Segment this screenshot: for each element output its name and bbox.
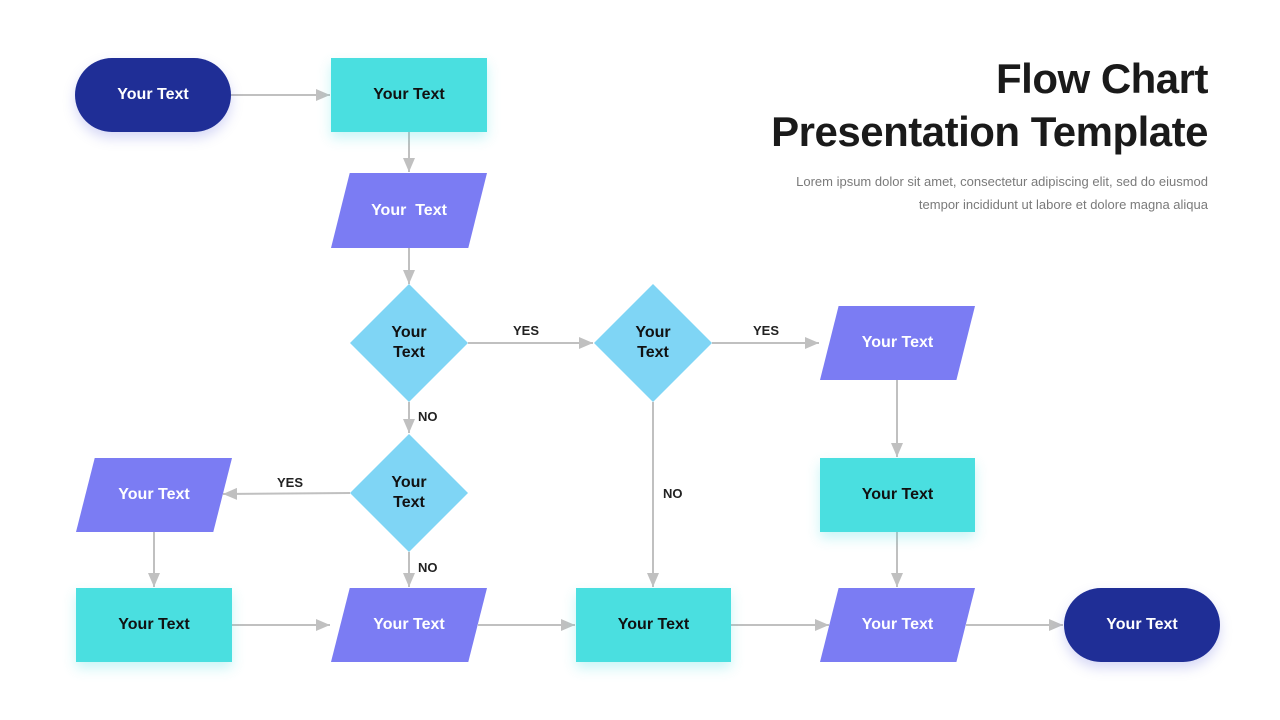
edge-decision3-yes (222, 487, 351, 500)
io-bottom-mid[interactable]: Your Text (331, 588, 487, 662)
io-1[interactable]: Your Text (331, 173, 487, 248)
page-subtitle: Lorem ipsum dolor sit amet, consectetur … (796, 170, 1208, 216)
node-label: Your Text (861, 486, 934, 503)
node-label-line2: Text (393, 494, 425, 511)
title-line-2: Presentation Template (771, 108, 1208, 155)
node-label: Your Text (861, 334, 934, 351)
node-label: Your Text (373, 86, 445, 103)
edge-label-d3-yes: YES (277, 475, 304, 490)
node-label: Your Text (1106, 616, 1178, 633)
io-right-top[interactable]: Your Text (820, 306, 975, 380)
process-1[interactable]: Your Text (331, 58, 487, 132)
decision-1[interactable]: Your Text (350, 284, 468, 402)
node-label: Your Text (117, 86, 189, 103)
node-label: Your Text (371, 201, 447, 219)
node-label: Your Text (118, 486, 190, 503)
edge-label-d2-no: NO (663, 486, 683, 501)
node-label-line1: Your (635, 324, 671, 341)
process-bottom-center[interactable]: Your Text (576, 588, 731, 662)
process-bottom-left[interactable]: Your Text (76, 588, 232, 662)
node-label: Your Text (373, 616, 445, 633)
node-label: Your Text (118, 616, 190, 633)
edge-label-d1-yes: YES (513, 323, 540, 338)
node-label-line1: Your (391, 474, 427, 491)
node-label-line2: Text (393, 344, 425, 361)
node-label-line2: Text (637, 344, 669, 361)
title-line-1: Flow Chart (996, 55, 1208, 102)
subtitle-line-2: tempor incididunt ut labore et dolore ma… (918, 197, 1208, 212)
edge-label-d3-no: NO (418, 560, 438, 575)
end-terminal[interactable]: Your Text (1064, 588, 1220, 662)
flowchart-slide: Your Text Your Text Your Text Your Text Y… (0, 0, 1280, 720)
decision-3[interactable]: Your Text (350, 434, 468, 552)
edge-label-d1-no: NO (418, 409, 438, 424)
node-label: Your Text (861, 616, 934, 633)
node-label-line1: Your (391, 324, 427, 341)
decision-2[interactable]: Your Text (594, 284, 712, 402)
io-left[interactable]: Your Text (76, 458, 232, 532)
node-label: Your Text (391, 323, 426, 363)
node-label: Your Text (635, 323, 670, 363)
page-title: Flow Chart Presentation Template (771, 52, 1208, 158)
node-label: Your Text (391, 473, 426, 513)
subtitle-line-1: Lorem ipsum dolor sit amet, consectetur … (796, 174, 1208, 189)
io-bottom-right[interactable]: Your Text (820, 588, 975, 662)
process-right[interactable]: Your Text (820, 458, 975, 532)
node-label: Your Text (617, 616, 690, 633)
edge-label-d2-yes: YES (753, 323, 780, 338)
start-terminal[interactable]: Your Text (75, 58, 231, 132)
